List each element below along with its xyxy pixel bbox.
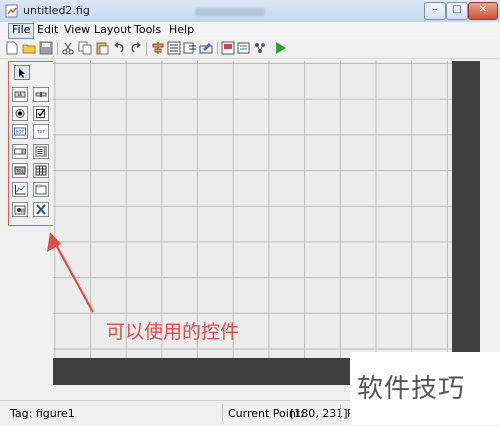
status-separator [222, 404, 223, 422]
status-tag: Tag: figure1 [10, 407, 75, 420]
annotation-text: 可以使用的控件 [106, 321, 240, 343]
watermark: 软件技巧 [350, 352, 500, 425]
status-separator [340, 404, 341, 422]
watermark-text: 软件技巧 [357, 374, 466, 404]
current-point-value: [180, 231] [290, 407, 348, 420]
